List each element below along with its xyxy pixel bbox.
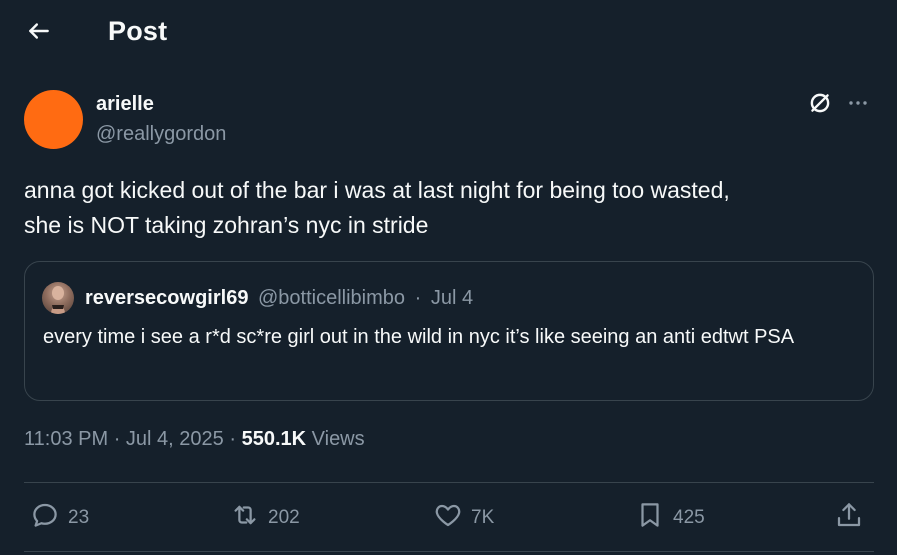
grok-button[interactable] — [805, 90, 835, 120]
post-page: Post arielle @reallygordon anna got kick… — [0, 0, 897, 555]
reply-count: 23 — [68, 507, 90, 528]
reply-button[interactable]: 23 — [30, 500, 89, 536]
share-icon — [834, 500, 864, 536]
author-avatar[interactable] — [24, 90, 83, 149]
more-options-button[interactable] — [843, 90, 873, 120]
divider — [24, 482, 874, 483]
grok-icon — [807, 90, 833, 121]
heart-icon — [433, 500, 463, 536]
meta-separator: · — [229, 428, 237, 450]
quoted-handle: @botticellibimbo — [258, 287, 406, 309]
views-count: 550.1K — [241, 428, 307, 450]
divider — [24, 551, 874, 552]
post-date[interactable]: Jul 4, 2025 — [126, 428, 224, 450]
post-text: anna got kicked out of the bar i was at … — [24, 177, 730, 238]
top-bar: Post — [0, 0, 897, 66]
post-time[interactable]: 11:03 PM — [24, 428, 108, 450]
views-label: Views — [311, 428, 365, 450]
share-button[interactable] — [834, 500, 864, 536]
back-button[interactable] — [20, 14, 58, 52]
bookmark-button[interactable]: 425 — [635, 500, 705, 536]
repost-icon — [230, 500, 260, 536]
like-button[interactable]: 7K — [433, 500, 494, 536]
quoted-post[interactable]: reversecowgirl69 @botticellibimbo · Jul … — [24, 261, 874, 401]
reply-icon — [30, 500, 60, 536]
repost-count: 202 — [268, 507, 300, 528]
meta-separator: · — [113, 428, 121, 450]
more-horizontal-icon — [846, 91, 870, 120]
author-handle[interactable]: @reallygordon — [96, 123, 226, 146]
like-count: 7K — [471, 507, 495, 528]
quoted-header: reversecowgirl69 @botticellibimbo · Jul … — [85, 287, 473, 310]
quoted-separator: · — [414, 287, 422, 309]
author-display-name[interactable]: arielle — [96, 93, 154, 116]
bookmark-icon — [635, 500, 665, 536]
quoted-date: Jul 4 — [430, 287, 474, 309]
repost-button[interactable]: 202 — [230, 500, 300, 536]
post-meta: 11:03 PM · Jul 4, 2025 · 550.1K Views — [24, 428, 365, 451]
page-title: Post — [108, 16, 168, 46]
quoted-display-name: reversecowgirl69 — [85, 287, 249, 309]
quoted-author-avatar — [42, 282, 74, 314]
bookmark-count: 425 — [673, 507, 705, 528]
arrow-left-icon — [26, 18, 52, 49]
quoted-text: every time i see a r*d sc*re girl out in… — [43, 326, 795, 348]
